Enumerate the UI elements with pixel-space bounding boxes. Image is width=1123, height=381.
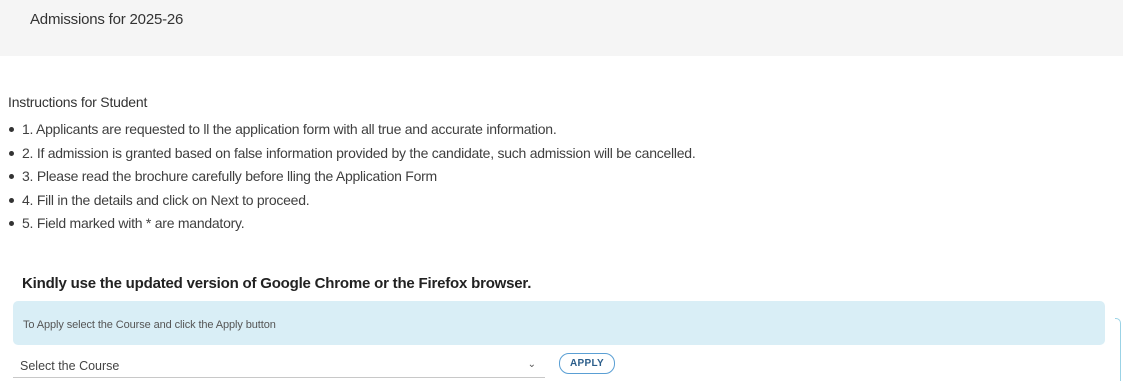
bullet-icon	[9, 197, 14, 203]
header-bar: Admissions for 2025-26	[0, 0, 1123, 56]
apply-info-text: To Apply select the Course and click the…	[23, 319, 276, 331]
panel-border-decoration	[1115, 318, 1121, 381]
instruction-text: 1. Applicants are requested to ll the ap…	[22, 121, 557, 137]
instruction-item: 5. Field marked with * are mandatory.	[0, 212, 695, 236]
instruction-text: 5. Field marked with * are mandatory.	[22, 215, 245, 231]
instruction-text: 3. Please read the brochure carefully be…	[22, 168, 437, 184]
chevron-down-icon[interactable]: ⌄	[528, 359, 536, 370]
instruction-item: 2. If admission is granted based on fals…	[0, 142, 696, 166]
course-select[interactable]: Select the Course ⌄	[13, 356, 545, 378]
instructions-list: 1. Applicants are requested to ll the ap…	[0, 118, 696, 236]
instruction-text: 4. Fill in the details and click on Next…	[22, 191, 310, 208]
bullet-icon	[9, 221, 14, 226]
bullet-icon	[9, 127, 14, 132]
apply-info-panel: To Apply select the Course and click the…	[13, 301, 1105, 345]
instruction-item: 3. Please read the brochure carefully be…	[0, 165, 695, 189]
instruction-text: 2. If admission is granted based on fals…	[22, 144, 696, 161]
course-select-value: Select the Course	[20, 359, 120, 373]
apply-button[interactable]: APPLY	[559, 353, 615, 374]
instruction-item: 4. Fill in the details and click on Next…	[0, 189, 695, 213]
instructions-heading: Instructions for Student	[8, 94, 148, 110]
page-title: Admissions for 2025-26	[30, 11, 184, 28]
bullet-icon	[9, 150, 14, 156]
bullet-icon	[9, 174, 14, 179]
instruction-item: 1. Applicants are requested to ll the ap…	[0, 118, 695, 142]
browser-notice: Kindly use the updated version of Google…	[22, 275, 532, 292]
